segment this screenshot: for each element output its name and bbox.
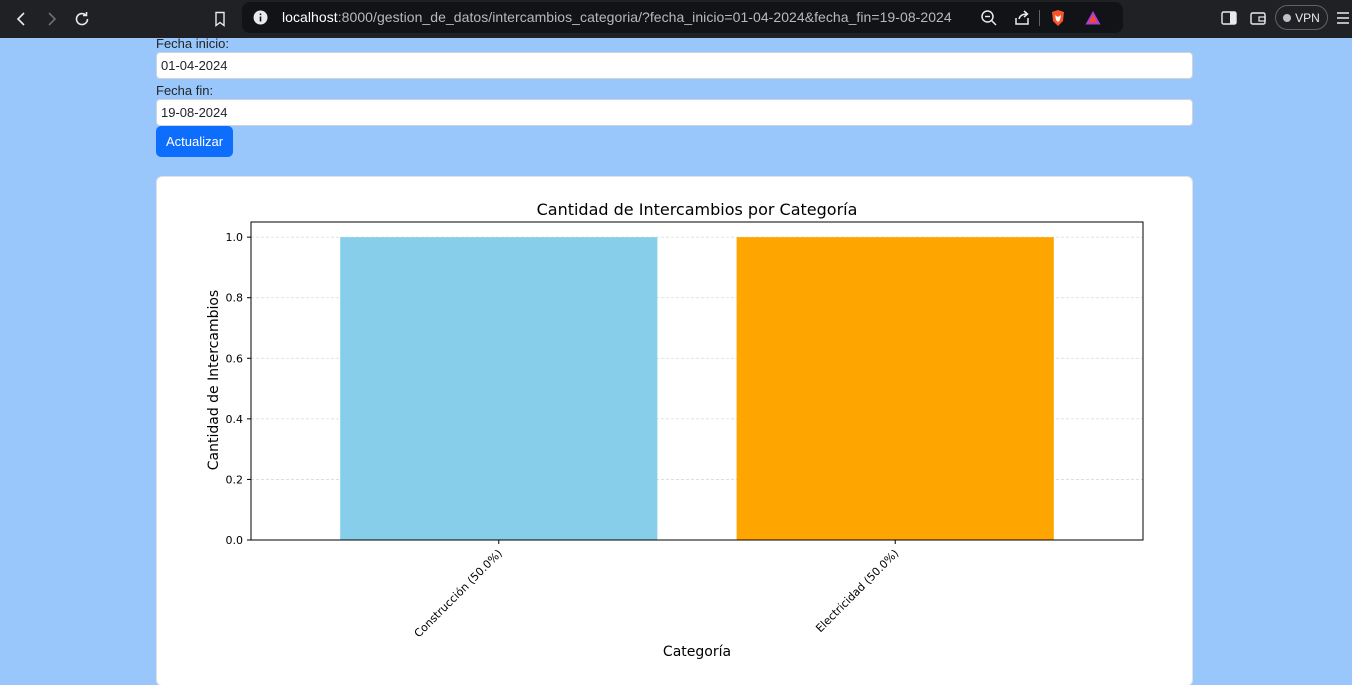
y-tick-label: 0.4 [226,413,244,426]
url-host: localhost [282,9,338,25]
y-tick-label: 0.0 [226,534,244,547]
x-axis-label: Categoría [663,644,731,660]
reload-button[interactable] [68,5,96,33]
y-tick-label: 0.2 [226,473,244,486]
y-tick-layer: 0.0 0.2 0.4 0.6 0.8 1.0 [226,231,251,547]
menu-icon[interactable] [1335,9,1351,27]
chevron-right-icon [48,12,57,26]
y-tick-label: 1.0 [226,231,244,244]
x-tick-layer: Construcción (50.0%) Electricidad (50.0%) [412,540,901,640]
sidebar-icon[interactable] [1220,9,1238,27]
brave-rewards-icon[interactable] [1084,9,1102,27]
start-date-input[interactable] [156,52,1193,79]
end-date-input[interactable] [156,99,1193,126]
bookmark-button[interactable] [206,5,234,33]
zoom-icon[interactable] [980,9,998,27]
bar-chart: 0.0 0.2 0.4 0.6 0.8 1.0 Construcción (50.0%) E… [206,200,1144,660]
vpn-button[interactable]: VPN [1275,5,1328,30]
update-button[interactable]: Actualizar [156,126,233,157]
back-button[interactable] [8,5,36,33]
chevron-left-icon [16,12,25,26]
x-tick-label: Electricidad (50.0%) [813,547,901,635]
reload-icon [75,12,89,26]
forward-button[interactable] [37,5,65,33]
wallet-icon[interactable] [1249,9,1267,27]
bar [736,237,1054,540]
site-info-icon[interactable] [253,10,268,25]
chart-card: 0.0 0.2 0.4 0.6 0.8 1.0 Construcción (50.0%) E… [156,176,1193,685]
start-date-label: Fecha inicio: [156,36,229,51]
vpn-status-icon [1283,13,1292,22]
vpn-label: VPN [1295,10,1320,25]
y-axis-label: Cantidad de Intercambios [206,290,222,470]
share-icon[interactable] [1013,9,1031,27]
url-text: localhost:8000/gestion_de_datos/intercam… [282,9,952,25]
browser-toolbar: localhost:8000/gestion_de_datos/intercam… [0,0,1352,38]
x-tick-label: Construcción (50.0%) [412,547,505,640]
divider [1039,10,1040,26]
end-date-label: Fecha fin: [156,83,214,98]
brave-shield-icon[interactable] [1049,9,1067,27]
url-path: :8000/gestion_de_datos/intercambios_cate… [337,9,952,25]
y-tick-label: 0.8 [226,292,244,305]
address-bar[interactable]: localhost:8000/gestion_de_datos/intercam… [242,2,1123,33]
bar-layer [340,237,1054,540]
chart-title: Cantidad de Intercambios por Categoría [537,200,858,219]
y-tick-label: 0.6 [226,352,244,365]
bookmark-icon [215,11,225,27]
bar [340,237,658,540]
